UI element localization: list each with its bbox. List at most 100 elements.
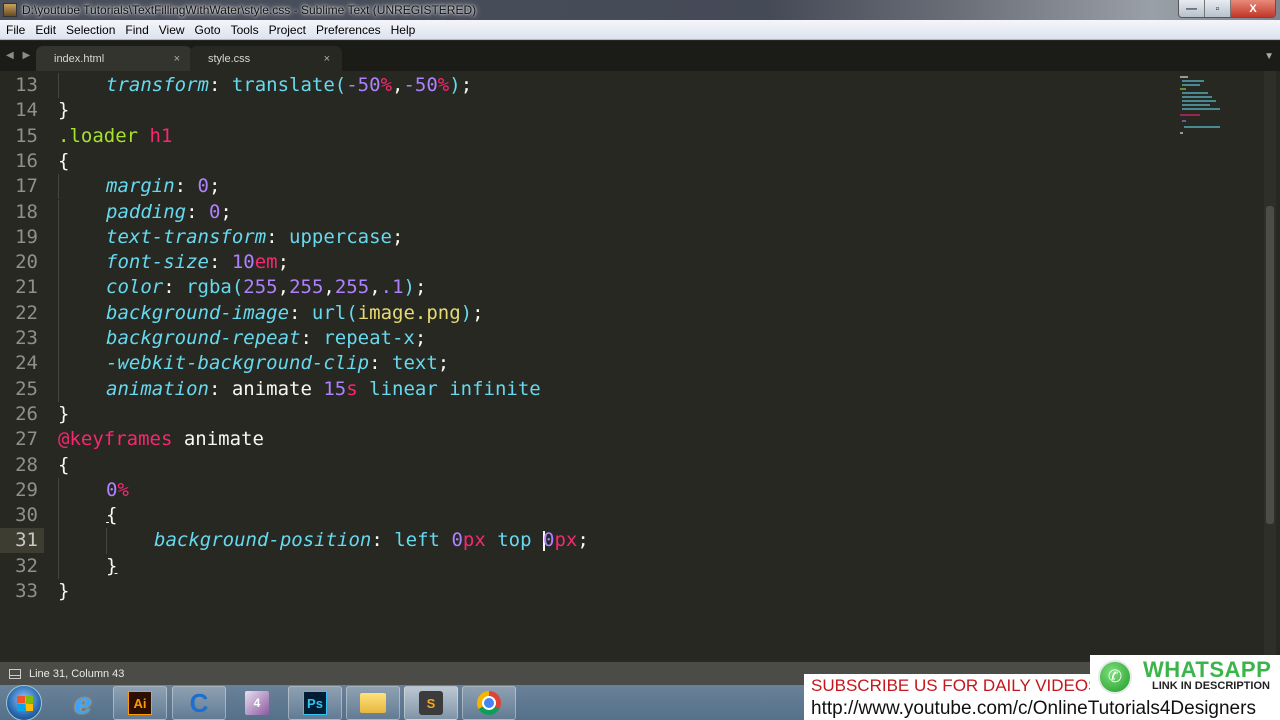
code-editor[interactable]: 13 14 15 16 17 18 19 20 21 22 23 24 25 26 27 28 29 30 31 32… — [0, 71, 1280, 661]
code-line[interactable]: background-image: url(image.png); — [106, 301, 484, 326]
menu-tools[interactable]: Tools — [226, 23, 264, 37]
code-line[interactable]: { — [58, 453, 69, 478]
code-line[interactable]: } — [106, 554, 117, 579]
taskbar-photoshop[interactable]: Ps — [288, 686, 342, 720]
line-number: 33 — [15, 580, 38, 602]
tab-overflow-icon[interactable]: ▼ — [1264, 51, 1274, 62]
menu-project[interactable]: Project — [264, 23, 311, 37]
window-title: D:\youtube Tutorials\TextFillingWithWate… — [22, 3, 477, 17]
code-token: -50 — [403, 74, 438, 96]
line-number: 23 — [15, 327, 38, 349]
indent-guide — [58, 528, 59, 554]
line-number: 20 — [15, 251, 38, 274]
taskbar-chrome[interactable] — [462, 686, 516, 720]
menu-edit[interactable]: Edit — [30, 23, 61, 37]
code-token: % — [117, 478, 129, 501]
code-line[interactable]: { — [106, 503, 117, 528]
tab-style-css[interactable]: style.css × — [190, 46, 342, 71]
taskbar-internet-explorer[interactable]: e — [56, 686, 110, 720]
line-number: 30 — [15, 504, 38, 527]
code-line[interactable]: .loader h1 — [58, 124, 172, 149]
menu-preferences[interactable]: Preferences — [311, 23, 386, 37]
whatsapp-icon: ✆ — [1098, 660, 1132, 694]
minimap[interactable] — [1176, 76, 1226, 140]
code-token: 10 — [231, 251, 255, 274]
code-token: : — [371, 529, 395, 552]
code-line[interactable]: font-size: 10em; — [106, 250, 289, 275]
code-token: ) — [403, 276, 415, 299]
code-line[interactable]: 0% — [106, 478, 129, 503]
taskbar-file-explorer[interactable] — [346, 686, 400, 720]
taskbar-illustrator[interactable]: Ai — [113, 686, 167, 720]
taskbar-app-4[interactable]: 4 — [230, 686, 284, 720]
code-line[interactable]: transform: translate(-50%,-50%); — [106, 73, 472, 98]
indent-guide — [58, 477, 59, 504]
menu-selection[interactable]: Selection — [61, 23, 120, 37]
code-line[interactable]: background-repeat: repeat-x; — [106, 326, 426, 351]
code-token: ; — [277, 251, 290, 274]
code-token: % — [380, 74, 393, 96]
menu-help[interactable]: Help — [386, 23, 421, 37]
menu-file[interactable]: File — [0, 23, 30, 37]
code-token: , — [323, 276, 335, 299]
tab-index-html[interactable]: index.html × — [36, 46, 192, 71]
code-token: -50 — [346, 74, 381, 96]
line-number: 29 — [15, 478, 38, 501]
code-line[interactable]: } — [58, 402, 69, 427]
sublime-app-icon — [3, 3, 17, 17]
code-token: : — [174, 175, 198, 198]
subscribe-text: SUBSCRIBE US FOR DAILY VIDEOS — [811, 676, 1100, 695]
tab-navigation-arrows[interactable]: ◀ ▶ — [6, 50, 33, 61]
menu-view[interactable]: View — [154, 23, 190, 37]
code-line[interactable]: } — [58, 579, 69, 604]
taskbar-sublime-text[interactable]: S — [404, 686, 458, 720]
code-token: , — [369, 276, 381, 299]
internet-explorer-icon: e — [74, 686, 92, 720]
code-token: background-position — [154, 529, 372, 552]
line-number: 27 — [15, 428, 38, 451]
menu-find[interactable]: Find — [120, 23, 153, 37]
maximize-button[interactable]: ▫ — [1205, 0, 1231, 17]
tab-close-icon[interactable]: × — [324, 53, 330, 65]
code-token: repeat-x — [323, 327, 415, 349]
windows-logo-icon — [17, 696, 33, 711]
vertical-scrollbar-thumb[interactable] — [1266, 206, 1274, 524]
menu-goto[interactable]: Goto — [190, 23, 226, 37]
close-button[interactable]: X — [1231, 0, 1275, 17]
code-line[interactable]: text-transform: uppercase; — [106, 225, 403, 250]
panel-toggle-icon[interactable] — [9, 668, 21, 679]
code-token: s — [346, 377, 358, 400]
code-line[interactable]: margin: 0; — [106, 174, 220, 199]
code-token: 0 — [542, 529, 555, 552]
tab-label: index.html — [54, 52, 105, 65]
code-token: .1 — [380, 276, 404, 299]
code-line[interactable]: background-position: left 0px top 0px; — [154, 528, 589, 553]
code-token: rgba( — [186, 276, 244, 299]
code-line[interactable]: padding: 0; — [106, 200, 232, 225]
taskbar-ccleaner[interactable]: C — [172, 686, 226, 720]
sublime-text-icon: S — [419, 691, 443, 715]
code-line[interactable]: animation: animate 15s linear infinite — [106, 377, 541, 402]
photoshop-icon: Ps — [303, 691, 327, 715]
indent-guide — [58, 326, 59, 352]
title-bar: D:\youtube Tutorials\TextFillingWithWate… — [0, 0, 1280, 20]
code-line[interactable]: @keyframes animate — [58, 427, 264, 452]
code-token: : — [300, 327, 324, 349]
indent-guide — [106, 528, 107, 554]
code-line[interactable]: { — [58, 149, 69, 174]
line-number: 15 — [15, 124, 38, 147]
line-number: 32 — [15, 554, 38, 577]
code-line[interactable]: } — [58, 98, 69, 123]
code-token: ; — [208, 175, 221, 198]
tab-close-icon[interactable]: × — [174, 53, 180, 65]
indent-guide — [58, 300, 59, 326]
line-number: 19 — [15, 225, 38, 248]
code-token: em — [254, 251, 278, 274]
code-line[interactable]: -webkit-background-clip: text; — [106, 351, 449, 376]
line-number: 22 — [15, 301, 38, 324]
whatsapp-subtitle: LINK IN DESCRIPTION — [1152, 680, 1270, 692]
start-button[interactable] — [6, 685, 42, 720]
code-line[interactable]: color: rgba(255,255,255,.1); — [106, 275, 426, 300]
minimize-button[interactable]: — — [1179, 0, 1205, 17]
code-token: ; — [577, 529, 589, 552]
